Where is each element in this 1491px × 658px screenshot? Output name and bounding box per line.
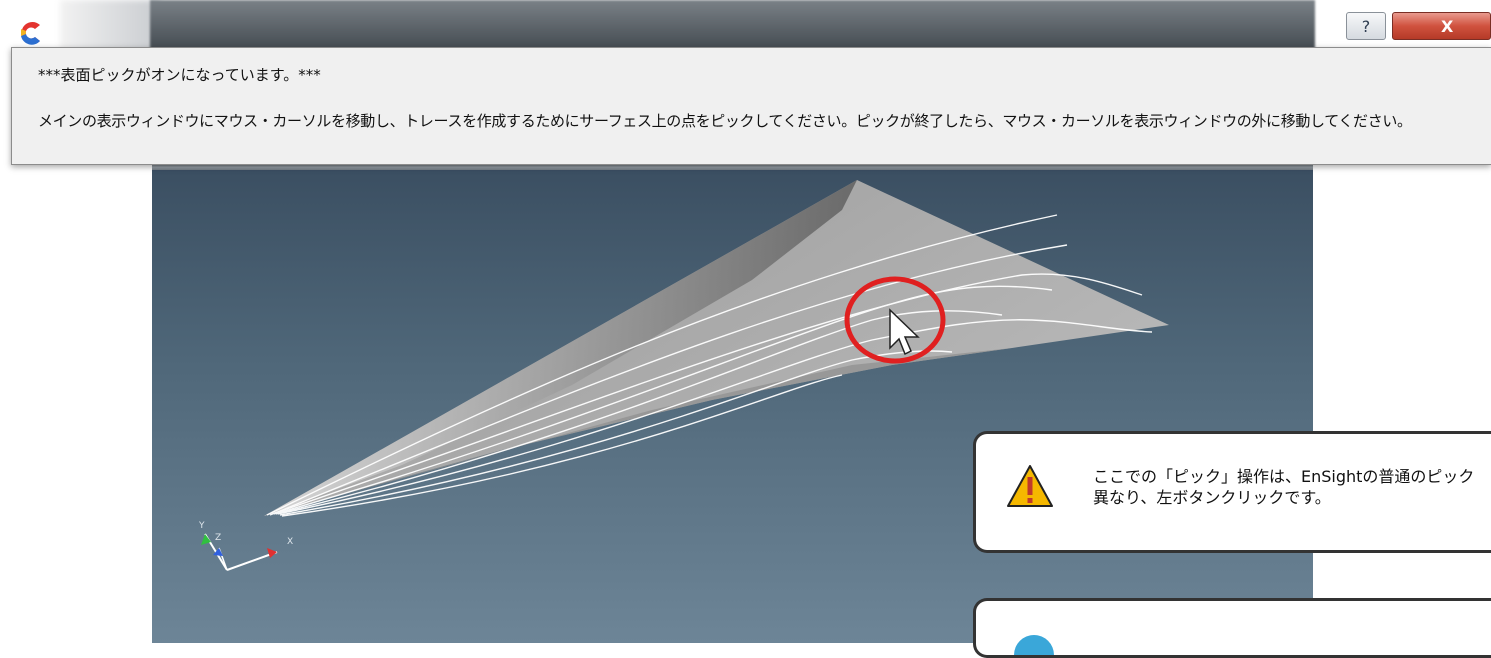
warning-line-1: ここでの「ピック」操作は、EnSightの普通のピック	[1093, 467, 1475, 486]
warning-callout-text: ここでの「ピック」操作は、EnSightの普通のピック 異なり、左ボタンクリック…	[1093, 466, 1474, 508]
info-callout	[973, 598, 1491, 658]
graphics-viewport[interactable]: X Y Z	[152, 170, 1313, 643]
axis-triad: X Y Z	[198, 521, 293, 571]
surface-render: X Y Z	[198, 180, 1169, 571]
ensight-app-icon	[21, 22, 40, 45]
axis-label-x: X	[287, 537, 293, 547]
axis-label-z: Z	[215, 533, 221, 543]
warning-callout: ここでの「ピック」操作は、EnSightの普通のピック 異なり、左ボタンクリック…	[973, 431, 1491, 553]
warning-triangle-icon	[1007, 465, 1053, 507]
close-button[interactable]: X	[1392, 12, 1491, 40]
axis-label-y: Y	[198, 521, 205, 531]
info-icon	[1014, 635, 1054, 655]
help-icon: ?	[1361, 16, 1371, 36]
help-button[interactable]: ?	[1346, 12, 1386, 40]
close-icon: X	[1441, 16, 1454, 36]
surface-pick-message-dialog: ***表面ピックがオンになっています。*** メインの表示ウィンドウにマウス・カ…	[11, 47, 1491, 165]
warning-line-2: 異なり、左ボタンクリックです。	[1093, 488, 1331, 507]
message-instruction: メインの表示ウィンドウにマウス・カーソルを移動し、トレースを作成するためにサーフ…	[38, 112, 1412, 130]
message-title: ***表面ピックがオンになっています。***	[38, 66, 321, 84]
